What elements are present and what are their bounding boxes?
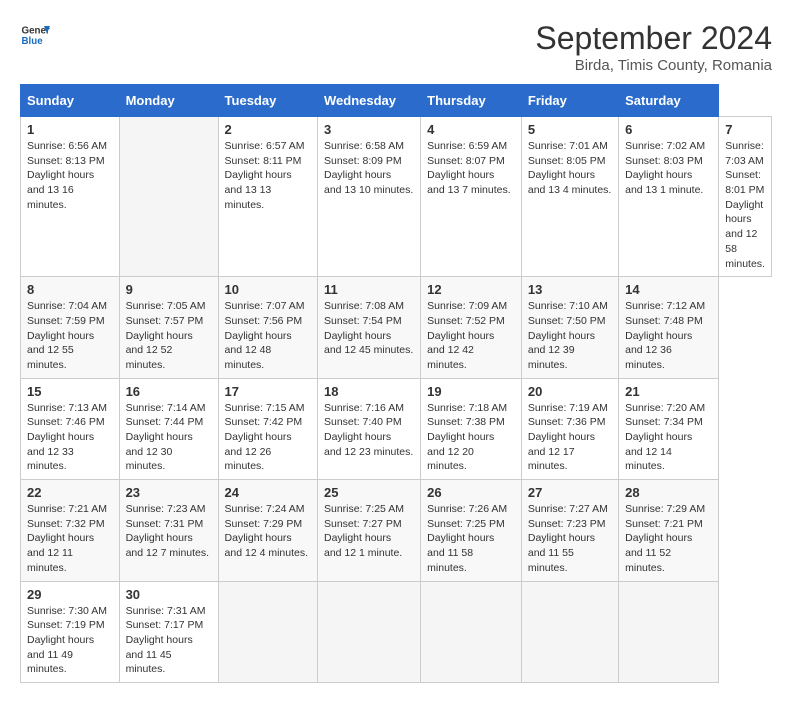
- col-wednesday: Wednesday: [318, 85, 421, 117]
- table-row: 14Sunrise: 7:12 AMSunset: 7:48 PMDayligh…: [619, 277, 719, 378]
- table-row: 11Sunrise: 7:08 AMSunset: 7:54 PMDayligh…: [318, 277, 421, 378]
- table-row: 3Sunrise: 6:58 AMSunset: 8:09 PMDaylight…: [318, 117, 421, 277]
- table-row: 25Sunrise: 7:25 AMSunset: 7:27 PMDayligh…: [318, 480, 421, 581]
- title-section: September 2024 Birda, Timis County, Roma…: [535, 20, 772, 74]
- calendar-table: Sunday Monday Tuesday Wednesday Thursday…: [20, 84, 772, 683]
- table-row: 19Sunrise: 7:18 AMSunset: 7:38 PMDayligh…: [421, 378, 522, 479]
- table-row: [521, 581, 618, 682]
- table-row: 15Sunrise: 7:13 AMSunset: 7:46 PMDayligh…: [21, 378, 120, 479]
- table-row: [619, 581, 719, 682]
- table-row: [421, 581, 522, 682]
- col-saturday: Saturday: [619, 85, 719, 117]
- table-row: 17Sunrise: 7:15 AMSunset: 7:42 PMDayligh…: [218, 378, 317, 479]
- header-row: Sunday Monday Tuesday Wednesday Thursday…: [21, 85, 772, 117]
- table-row: 2Sunrise: 6:57 AMSunset: 8:11 PMDaylight…: [218, 117, 317, 277]
- table-row: 22Sunrise: 7:21 AMSunset: 7:32 PMDayligh…: [21, 480, 120, 581]
- logo: General Blue: [20, 20, 50, 50]
- table-row: 29Sunrise: 7:30 AMSunset: 7:19 PMDayligh…: [21, 581, 120, 682]
- svg-text:Blue: Blue: [22, 36, 44, 47]
- col-friday: Friday: [521, 85, 618, 117]
- table-row: 24Sunrise: 7:24 AMSunset: 7:29 PMDayligh…: [218, 480, 317, 581]
- table-row: [318, 581, 421, 682]
- table-row: 5Sunrise: 7:01 AMSunset: 8:05 PMDaylight…: [521, 117, 618, 277]
- table-row: 7Sunrise: 7:03 AMSunset: 8:01 PMDaylight…: [719, 117, 772, 277]
- logo-icon: General Blue: [20, 20, 50, 50]
- col-tuesday: Tuesday: [218, 85, 317, 117]
- table-row: 9Sunrise: 7:05 AMSunset: 7:57 PMDaylight…: [119, 277, 218, 378]
- table-row: 6Sunrise: 7:02 AMSunset: 8:03 PMDaylight…: [619, 117, 719, 277]
- table-row: 21Sunrise: 7:20 AMSunset: 7:34 PMDayligh…: [619, 378, 719, 479]
- table-row: 26Sunrise: 7:26 AMSunset: 7:25 PMDayligh…: [421, 480, 522, 581]
- table-row: 4Sunrise: 6:59 AMSunset: 8:07 PMDaylight…: [421, 117, 522, 277]
- table-row: 1Sunrise: 6:56 AMSunset: 8:13 PMDaylight…: [21, 117, 120, 277]
- table-row: 28Sunrise: 7:29 AMSunset: 7:21 PMDayligh…: [619, 480, 719, 581]
- location-subtitle: Birda, Timis County, Romania: [535, 57, 772, 74]
- page-header: General Blue September 2024 Birda, Timis…: [20, 20, 772, 74]
- table-row: 16Sunrise: 7:14 AMSunset: 7:44 PMDayligh…: [119, 378, 218, 479]
- table-row: [119, 117, 218, 277]
- month-title: September 2024: [535, 20, 772, 57]
- col-sunday: Sunday: [21, 85, 120, 117]
- col-thursday: Thursday: [421, 85, 522, 117]
- table-row: 13Sunrise: 7:10 AMSunset: 7:50 PMDayligh…: [521, 277, 618, 378]
- table-row: 18Sunrise: 7:16 AMSunset: 7:40 PMDayligh…: [318, 378, 421, 479]
- table-row: 10Sunrise: 7:07 AMSunset: 7:56 PMDayligh…: [218, 277, 317, 378]
- table-row: 20Sunrise: 7:19 AMSunset: 7:36 PMDayligh…: [521, 378, 618, 479]
- table-row: 8Sunrise: 7:04 AMSunset: 7:59 PMDaylight…: [21, 277, 120, 378]
- table-row: [218, 581, 317, 682]
- table-row: 23Sunrise: 7:23 AMSunset: 7:31 PMDayligh…: [119, 480, 218, 581]
- table-row: 12Sunrise: 7:09 AMSunset: 7:52 PMDayligh…: [421, 277, 522, 378]
- col-monday: Monday: [119, 85, 218, 117]
- table-row: 30Sunrise: 7:31 AMSunset: 7:17 PMDayligh…: [119, 581, 218, 682]
- table-row: 27Sunrise: 7:27 AMSunset: 7:23 PMDayligh…: [521, 480, 618, 581]
